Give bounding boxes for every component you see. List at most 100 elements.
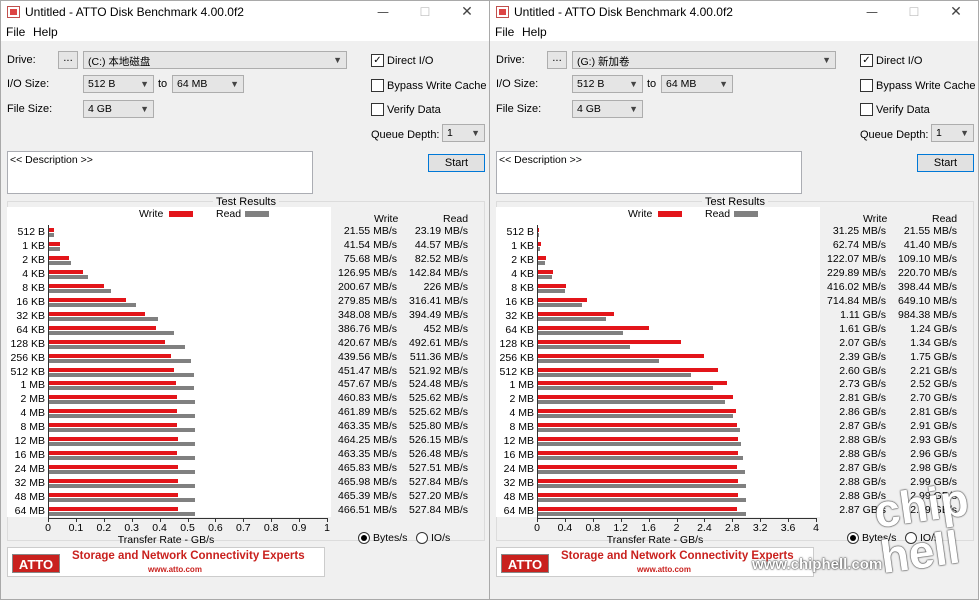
minimize-icon[interactable]: — <box>862 4 882 20</box>
banner-url: www.atto.com <box>148 565 202 574</box>
atto-banner[interactable]: ATTO Storage and Network Connectivity Ex… <box>7 547 325 577</box>
verify-data-checkbox[interactable] <box>371 103 384 116</box>
drive-select[interactable]: (C:) 本地磁盘 ▼ <box>83 51 347 69</box>
write-value: 465.39 MB/s <box>338 490 397 503</box>
read-value: 521.92 MB/s <box>409 364 468 377</box>
read-bar <box>537 512 746 516</box>
start-button[interactable]: Start <box>428 154 485 172</box>
close-icon[interactable]: ✕ <box>457 4 477 20</box>
menu-file[interactable]: File <box>495 25 514 39</box>
start-button[interactable]: Start <box>917 154 974 172</box>
window-title: Untitled - ATTO Disk Benchmark 4.00.0f2 <box>514 5 733 19</box>
x-tick-label: 0.1 <box>68 522 84 534</box>
io-size-from-select[interactable]: 512 B ▼ <box>83 75 154 93</box>
row-label: 12 MB <box>14 435 45 448</box>
browse-button[interactable]: ... <box>58 51 78 69</box>
write-value: 31.25 MB/s <box>832 225 886 237</box>
bypass-cache-checkbox[interactable] <box>371 79 384 92</box>
read-value: 1.24 GB/s <box>910 322 957 335</box>
read-value: 492.61 MB/s <box>409 336 468 349</box>
io-from-value: 512 B <box>577 78 605 90</box>
atto-logo: ATTO <box>12 554 60 573</box>
chevron-down-icon: ▼ <box>822 55 831 65</box>
write-bar <box>48 409 177 414</box>
write-value: 41.54 MB/s <box>343 238 397 251</box>
queue-depth-select[interactable]: 1 ▼ <box>931 124 974 142</box>
bytes-radio[interactable] <box>358 532 370 544</box>
minimize-icon[interactable]: — <box>373 4 393 20</box>
app-icon <box>496 6 509 18</box>
description-field[interactable]: << Description >> <box>496 151 802 194</box>
read-bar <box>537 372 692 377</box>
read-bar <box>48 288 112 293</box>
write-value: 466.51 MB/s <box>338 504 397 516</box>
file-size-select[interactable]: 4 GB ▼ <box>83 100 154 118</box>
read-value: 2.81 GB/s <box>910 406 957 419</box>
description-field[interactable]: << Description >> <box>7 151 313 194</box>
io-radio-label: IO/s <box>431 532 451 544</box>
legend-read-swatch <box>245 211 269 217</box>
read-bar <box>537 484 746 489</box>
column-header-write: Write <box>374 213 399 225</box>
write-bar <box>537 311 615 316</box>
read-bar <box>537 386 713 391</box>
read-value: 525.62 MB/s <box>409 392 468 405</box>
row-label: 4 KB <box>511 267 534 280</box>
io-size-to-select[interactable]: 64 MB ▼ <box>661 75 733 93</box>
row-label: 2 KB <box>22 253 45 266</box>
read-bar <box>537 316 606 321</box>
read-bar <box>48 344 186 349</box>
drive-select[interactable]: (G:) 新加卷 ▼ <box>572 51 836 69</box>
direct-io-label: Direct I/O <box>876 55 923 67</box>
read-value: 525.62 MB/s <box>409 406 468 419</box>
file-size-label: File Size: <box>496 103 542 115</box>
browse-button[interactable]: ... <box>547 51 567 69</box>
io-size-to-select[interactable]: 64 MB ▼ <box>172 75 244 93</box>
write-bar <box>48 479 178 484</box>
direct-io-checkbox[interactable]: ✓ <box>371 54 384 67</box>
read-value: 2.91 GB/s <box>910 420 957 433</box>
direct-io-checkbox[interactable]: ✓ <box>860 54 873 67</box>
row-label: 2 MB <box>509 393 534 406</box>
read-value: 525.80 MB/s <box>409 420 468 433</box>
write-value: 75.68 MB/s <box>343 252 397 265</box>
write-value: 2.88 GB/s <box>839 448 886 461</box>
maximize-icon[interactable]: ☐ <box>904 4 924 20</box>
legend-read-label: Read <box>705 208 731 220</box>
read-value: 649.10 MB/s <box>898 294 957 307</box>
row-label: 2 KB <box>511 253 534 266</box>
io-size-label: I/O Size: <box>496 78 539 90</box>
row-label: 4 KB <box>22 267 45 280</box>
menu-file[interactable]: File <box>6 25 25 39</box>
write-value: 461.89 MB/s <box>338 406 397 419</box>
read-bar <box>48 456 195 461</box>
title-bar: Untitled - ATTO Disk Benchmark 4.00.0f2 … <box>490 1 978 23</box>
row-label: 16 MB <box>503 449 534 462</box>
read-value: 527.51 MB/s <box>409 462 468 475</box>
io-radio[interactable] <box>416 532 428 544</box>
x-tick-label: 0 <box>534 522 540 534</box>
bypass-cache-checkbox[interactable] <box>860 79 873 92</box>
drive-label: Drive: <box>496 54 525 66</box>
menu-help[interactable]: Help <box>522 25 547 39</box>
verify-data-checkbox[interactable] <box>860 103 873 116</box>
write-bar <box>537 395 733 400</box>
queue-depth-select[interactable]: 1 ▼ <box>442 124 485 142</box>
io-size-from-select[interactable]: 512 B ▼ <box>572 75 643 93</box>
legend-write-label: Write <box>139 208 164 220</box>
menu-help[interactable]: Help <box>33 25 58 39</box>
io-to-value: 64 MB <box>177 78 208 90</box>
read-value: 220.70 MB/s <box>898 266 957 279</box>
write-value: 2.87 GB/s <box>839 420 886 433</box>
write-bar <box>537 297 587 302</box>
bytes-radio[interactable] <box>847 532 859 544</box>
file-size-select[interactable]: 4 GB ▼ <box>572 100 643 118</box>
x-axis-title: Transfer Rate - GB/s <box>117 534 215 546</box>
x-tick-label: 2.4 <box>697 522 712 534</box>
write-value: 126.95 MB/s <box>338 266 397 279</box>
close-icon[interactable]: ✕ <box>946 4 966 20</box>
x-tick-label: 0.4 <box>152 522 167 534</box>
menu-bar: File Help <box>1 23 489 41</box>
read-bar <box>48 260 72 265</box>
maximize-icon[interactable]: ☐ <box>415 4 435 20</box>
